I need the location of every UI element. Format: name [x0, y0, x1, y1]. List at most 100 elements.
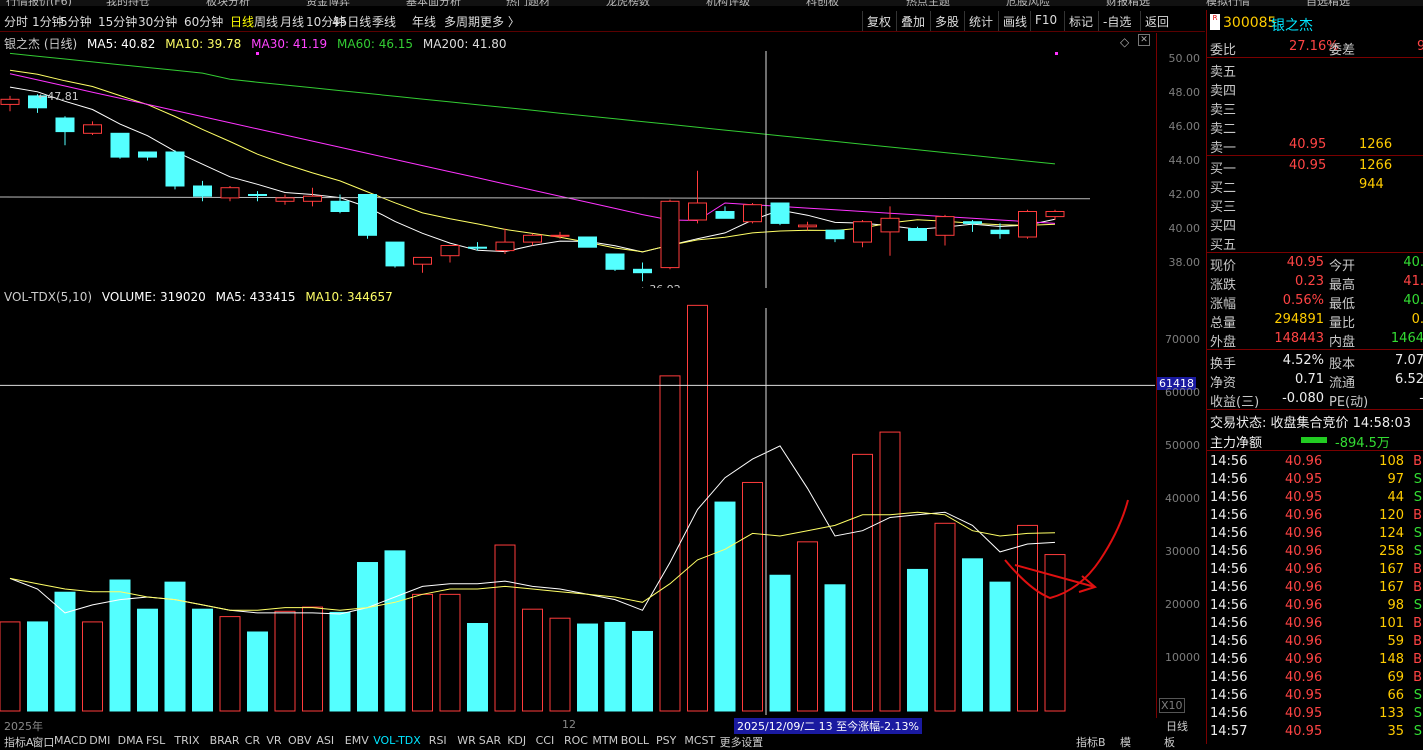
indicator-tab-9[interactable]: VR: [266, 734, 281, 747]
toolbar-button-6[interactable]: 标记: [1064, 11, 1097, 31]
period-1[interactable]: 1分钟: [32, 13, 64, 30]
price-chart-pane[interactable]: 银之杰 (日线) MA5: 40.82 MA10: 39.78 MA30: 41…: [0, 33, 1155, 288]
indicator-tab-19[interactable]: ROC: [564, 734, 588, 747]
volume-chart-pane[interactable]: VOL-TDX(5,10) VOLUME: 319020 MA5: 433415…: [0, 290, 1155, 715]
toolbar-button-8[interactable]: 返回: [1140, 11, 1173, 31]
candle-body: [275, 197, 295, 202]
trade-status-row: 交易状态: 收盘集合竞价 14:58:03: [1207, 411, 1423, 431]
indicator-tab-21[interactable]: BOLL: [621, 734, 649, 747]
sell-level-2: 卖二: [1207, 117, 1423, 137]
tick-volume: 133: [1379, 706, 1404, 721]
top-menu-item[interactable]: 危股风险: [1006, 0, 1050, 6]
buy-volume: 944: [1359, 177, 1384, 192]
stat-value: 7.07: [1395, 353, 1423, 368]
top-menu-clipped: 行情报价(F6) 我的持仓 板块分析 资金博弈 基本面分析 热门题材 龙虎榜数 机构评级 科创板…: [0, 0, 1423, 6]
indicator-tab-8[interactable]: CR: [245, 734, 260, 747]
indicator-tab-13[interactable]: VOL-TDX: [373, 734, 421, 747]
toolbar-button-7[interactable]: -自选: [1098, 11, 1135, 31]
buy-label: 买一: [1210, 162, 1237, 177]
indicator-tab-4[interactable]: DMA: [118, 734, 144, 747]
top-menu-item[interactable]: 资金博弈: [306, 0, 350, 6]
buy-label: 买二: [1210, 181, 1237, 196]
indicator-tab-24[interactable]: 更多: [720, 734, 742, 750]
candle-body: [990, 229, 1010, 235]
stat-value: 0.: [1411, 312, 1423, 327]
stat-value: 40.95: [1286, 255, 1324, 270]
indicator-tab-6[interactable]: TRIX: [174, 734, 199, 747]
indicator-tab-15[interactable]: WR: [457, 734, 476, 747]
tick-side: S: [1413, 724, 1422, 739]
top-menu-item[interactable]: 自选精选: [1306, 0, 1350, 6]
toolbar-button-5[interactable]: F10: [1030, 11, 1061, 31]
indicator-tab-23[interactable]: MCST: [684, 734, 715, 747]
period-0[interactable]: 分时: [4, 13, 28, 30]
top-menu-item[interactable]: 我的持仓: [106, 0, 150, 6]
top-menu-item[interactable]: 板块分析: [206, 0, 250, 6]
period-13[interactable]: 多周期: [444, 13, 480, 30]
tick-time: 14:56: [1210, 598, 1248, 613]
indicator-tab-0[interactable]: 指标A: [4, 734, 34, 750]
stat-label: 涨幅: [1210, 297, 1237, 312]
tick-volume: 108: [1379, 454, 1404, 469]
top-menu-item[interactable]: 龙虎榜数: [606, 0, 650, 6]
toolbar-button-1[interactable]: 叠加: [896, 11, 929, 31]
indicator-tab-18[interactable]: CCI: [536, 734, 555, 747]
indicator-tab-3[interactable]: DMI: [89, 734, 110, 747]
indicator-tab-25[interactable]: 设置: [741, 734, 763, 750]
top-menu-item[interactable]: 模拟行情: [1206, 0, 1250, 6]
volume-bar: [1017, 524, 1038, 712]
indicator-tab-22[interactable]: PSY: [656, 734, 676, 747]
period-5[interactable]: 60分钟: [184, 13, 223, 30]
indicator-tab-right-1[interactable]: 模: [1120, 734, 1131, 750]
tick-side: B: [1413, 508, 1422, 523]
toolbar-button-0[interactable]: 复权: [862, 11, 895, 31]
period-2[interactable]: 5分钟: [60, 13, 92, 30]
indicator-tab-20[interactable]: MTM: [592, 734, 618, 747]
indicator-tab-14[interactable]: RSI: [429, 734, 447, 747]
volume-tick: 20000: [1165, 597, 1200, 611]
period-14[interactable]: 更多 〉: [480, 13, 520, 30]
indicator-tab-7[interactable]: BRAR: [210, 734, 240, 747]
indicator-tab-right-2[interactable]: 板: [1164, 734, 1175, 750]
indicator-tab-16[interactable]: SAR: [479, 734, 501, 747]
period-3[interactable]: 15分钟: [98, 13, 137, 30]
period-11[interactable]: 季线: [372, 13, 396, 30]
top-menu-item[interactable]: 机构评级: [706, 0, 750, 6]
indicator-tab-right-0[interactable]: 指标B: [1076, 734, 1106, 750]
toolbar-button-2[interactable]: 多股: [930, 11, 963, 31]
top-menu-item[interactable]: 行情报价(F6): [6, 0, 72, 6]
period-12[interactable]: 年线: [412, 13, 436, 30]
candle-body: [688, 202, 707, 221]
tick-price: 40.95: [1285, 706, 1323, 721]
sell-label: 卖五: [1210, 65, 1237, 80]
top-menu-item[interactable]: 热点主题: [906, 0, 950, 6]
period-daily-active[interactable]: 日线: [230, 13, 254, 30]
indicator-tab-2[interactable]: MACD: [54, 734, 87, 747]
indicator-tab-5[interactable]: FSL: [146, 734, 165, 747]
indicator-tab-17[interactable]: KDJ: [507, 734, 526, 747]
volume-tick: 50000: [1165, 438, 1200, 452]
period-8[interactable]: 月线: [280, 13, 304, 30]
candle-body: [138, 151, 157, 158]
indicator-tab-11[interactable]: ASI: [316, 734, 334, 747]
top-menu-item[interactable]: 科创板: [806, 0, 839, 6]
top-menu-item[interactable]: 热门题材: [506, 0, 550, 6]
indicator-tab-12[interactable]: EMV: [345, 734, 369, 747]
toolbar-button-3[interactable]: 统计: [964, 11, 997, 31]
tick-row: 14:56 40.96 258 S: [1207, 543, 1423, 561]
period-4[interactable]: 30分钟: [138, 13, 177, 30]
top-menu-item[interactable]: 财报精选: [1106, 0, 1150, 6]
stat-label: 最低: [1329, 297, 1356, 312]
tick-side: S: [1413, 490, 1422, 505]
indicator-tab-10[interactable]: OBV: [288, 734, 311, 747]
volume-bar: [934, 522, 956, 712]
tick-price: 40.96: [1285, 670, 1323, 685]
stat-row: 涨幅 0.56% 最低 40.: [1207, 292, 1423, 312]
top-menu-item[interactable]: 基本面分析: [406, 0, 461, 6]
toolbar-button-4[interactable]: 画线: [998, 11, 1031, 31]
period-10[interactable]: 45日线: [332, 13, 371, 30]
period-7[interactable]: 周线: [254, 13, 278, 30]
indicator-tab-1[interactable]: 窗口: [32, 734, 54, 750]
volume-bar: [0, 621, 21, 712]
tick-row: 14:56 40.95 133 S: [1207, 705, 1423, 723]
